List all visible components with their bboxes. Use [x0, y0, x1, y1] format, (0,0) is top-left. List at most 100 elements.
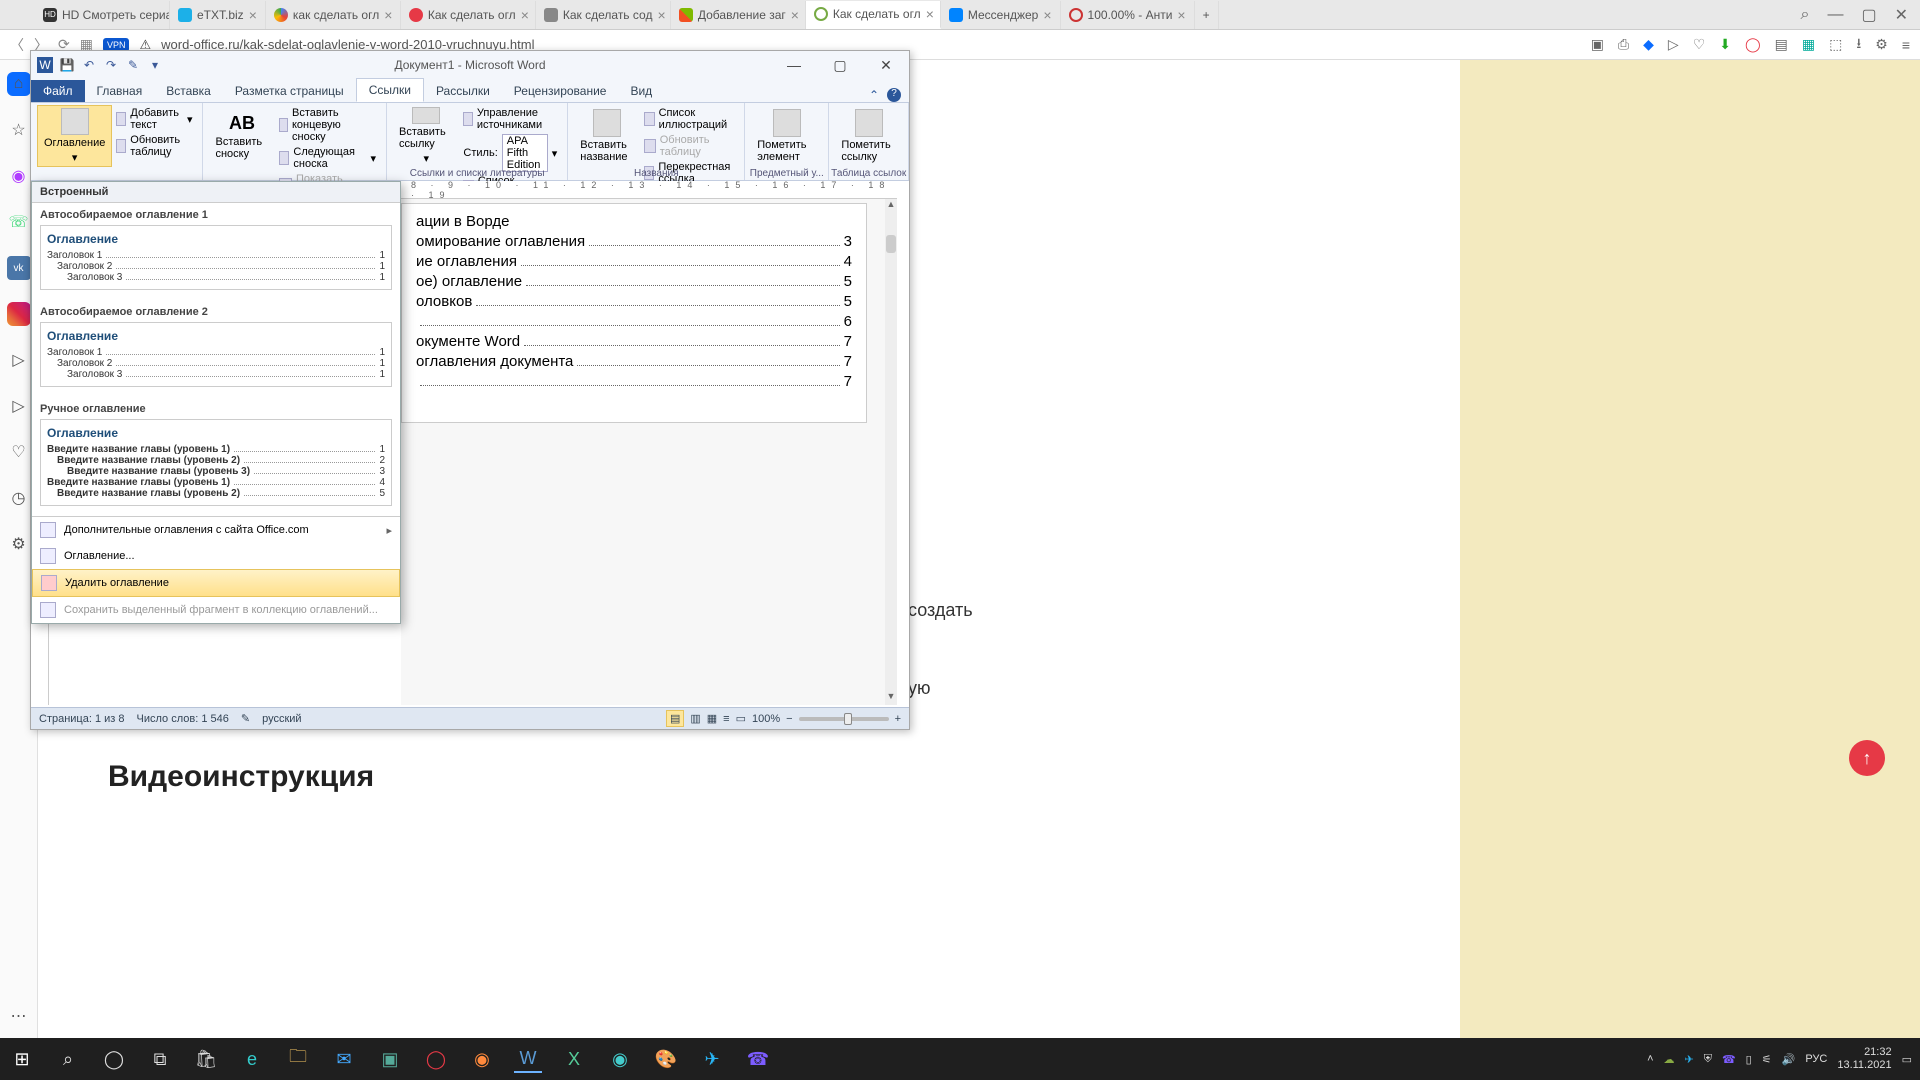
- whatsapp-icon[interactable]: ☏: [7, 210, 31, 234]
- style-dropdown[interactable]: Стиль: APA Fifth Edition ▾: [463, 134, 557, 172]
- close-icon[interactable]: ×: [521, 7, 529, 23]
- word-app-icon[interactable]: W: [37, 57, 53, 73]
- tab-references[interactable]: Ссылки: [356, 78, 424, 102]
- notifications-icon[interactable]: ▭: [1902, 1053, 1912, 1066]
- view-read-icon[interactable]: ▥: [690, 712, 700, 725]
- ext-icon[interactable]: ▣: [1591, 36, 1604, 53]
- custom-toc-button[interactable]: Оглавление...: [32, 543, 400, 569]
- scroll-up-icon[interactable]: ▲: [885, 199, 897, 213]
- ie-icon[interactable]: e: [238, 1045, 266, 1073]
- back-icon[interactable]: 〈: [10, 35, 24, 55]
- update-table-button[interactable]: Обновить таблицу: [116, 134, 192, 158]
- ext3-icon[interactable]: ▦: [1802, 36, 1815, 53]
- tab-google[interactable]: как сделать огл×: [266, 1, 401, 29]
- tray-volume-icon[interactable]: 🔊: [1782, 1053, 1796, 1066]
- close-icon[interactable]: ×: [384, 7, 392, 23]
- tray-lang[interactable]: РУС: [1805, 1053, 1827, 1065]
- search-icon[interactable]: ⌕: [1801, 6, 1810, 24]
- bookmark-icon[interactable]: ☆: [7, 118, 31, 142]
- edge-icon[interactable]: ◉: [606, 1045, 634, 1073]
- table-of-figures-button[interactable]: Список иллюстраций: [644, 107, 734, 131]
- cube-icon[interactable]: ⬚: [1829, 36, 1842, 53]
- add-text-button[interactable]: Добавить текст ▾: [116, 107, 192, 131]
- instagram-icon[interactable]: [7, 302, 31, 326]
- tab-anti[interactable]: 100.00% - Анти×: [1061, 1, 1195, 29]
- minimize-icon[interactable]: —: [1827, 6, 1843, 24]
- tray-wifi-icon[interactable]: ⚟: [1762, 1053, 1772, 1066]
- shield-icon[interactable]: ◆: [1643, 36, 1654, 53]
- start-button[interactable]: ⊞: [8, 1045, 36, 1073]
- word-count[interactable]: Число слов: 1 546: [137, 713, 229, 725]
- word-taskbar-icon[interactable]: W: [514, 1045, 542, 1073]
- gallery-item-title[interactable]: Автособираемое оглавление 2: [32, 300, 400, 320]
- app2-icon[interactable]: 🎨: [652, 1045, 680, 1073]
- explorer-icon[interactable]: 🗀: [284, 1045, 312, 1073]
- viber-icon[interactable]: ☎: [744, 1045, 772, 1073]
- tab-file[interactable]: Файл: [31, 80, 85, 102]
- app1-icon[interactable]: ▣: [376, 1045, 404, 1073]
- tray-viber-icon[interactable]: ☎: [1722, 1053, 1736, 1066]
- more-icon[interactable]: ⋯: [7, 1004, 31, 1028]
- download-icon[interactable]: ⬇: [1719, 36, 1731, 53]
- tab-insert[interactable]: Вставка: [154, 80, 223, 102]
- task-view-icon[interactable]: ⧉: [146, 1045, 174, 1073]
- undo-icon[interactable]: ↶: [81, 57, 97, 73]
- excel-icon[interactable]: X: [560, 1045, 588, 1073]
- qat-dropdown-icon[interactable]: ▾: [147, 57, 163, 73]
- zoom-slider[interactable]: [799, 717, 889, 721]
- word-scrollbar[interactable]: ▲ ▼: [885, 199, 897, 705]
- bulb-icon[interactable]: ⚙: [7, 532, 31, 556]
- opera-taskbar-icon[interactable]: ◯: [422, 1045, 450, 1073]
- page-count[interactable]: Страница: 1 из 8: [39, 713, 125, 725]
- tab-home[interactable]: Главная: [85, 80, 155, 102]
- scroll-down-icon[interactable]: ▼: [885, 691, 897, 705]
- cortana-icon[interactable]: ◯: [100, 1045, 128, 1073]
- word-close-icon[interactable]: ✕: [869, 57, 903, 74]
- close-window-icon[interactable]: ✕: [1895, 5, 1908, 25]
- mail-icon[interactable]: ✉: [330, 1045, 358, 1073]
- tab-messenger[interactable]: Мессенджер×: [941, 1, 1061, 29]
- word-minimize-icon[interactable]: —: [777, 57, 811, 74]
- view-print-icon[interactable]: ▤: [666, 710, 684, 727]
- download2-icon[interactable]: ⭳: [1856, 33, 1861, 57]
- tab-active[interactable]: Как сделать огл×: [806, 1, 941, 29]
- tray-telegram-icon[interactable]: ✈: [1685, 1053, 1694, 1066]
- tab-view[interactable]: Вид: [618, 80, 664, 102]
- taskbar-clock[interactable]: 21:32 13.11.2021: [1837, 1046, 1891, 1072]
- tab-hd[interactable]: HDHD Смотреть сериа×: [35, 1, 170, 29]
- tray-battery-icon[interactable]: ▯: [1746, 1053, 1752, 1066]
- gallery-item-title[interactable]: Автособираемое оглавление 1: [32, 203, 400, 223]
- tray-chevron-icon[interactable]: ˄: [1647, 1053, 1653, 1065]
- firefox-icon[interactable]: ◉: [468, 1045, 496, 1073]
- close-icon[interactable]: ×: [657, 7, 665, 23]
- screenshot-icon[interactable]: ⎙: [1618, 36, 1629, 53]
- word-page[interactable]: ации в Ворде омирование оглавления3 ие о…: [401, 203, 867, 423]
- menu-icon[interactable]: ≡: [1902, 37, 1910, 53]
- zoom-out-button[interactable]: −: [786, 713, 792, 725]
- opera-icon[interactable]: ◯: [1745, 36, 1761, 53]
- tab-ms[interactable]: Добавление заг×: [671, 1, 806, 29]
- insert-footnote-button[interactable]: AB Вставить сноску: [209, 105, 274, 167]
- redo-icon[interactable]: ↷: [103, 57, 119, 73]
- messenger-fb-icon[interactable]: ◉: [7, 164, 31, 188]
- maximize-icon[interactable]: ▢: [1861, 5, 1876, 25]
- search-taskbar-icon[interactable]: ⌕: [54, 1045, 82, 1073]
- gallery-item-title[interactable]: Ручное оглавление: [32, 397, 400, 417]
- toc-button[interactable]: Оглавление ▾: [37, 105, 112, 167]
- view-outline-icon[interactable]: ≡: [723, 713, 729, 725]
- manage-sources-button[interactable]: Управление источниками: [463, 107, 557, 131]
- qat-icon[interactable]: ✎: [125, 57, 141, 73]
- gallery-preview[interactable]: Оглавление Заголовок 11 Заголовок 21 Заг…: [40, 322, 392, 387]
- close-icon[interactable]: ×: [1177, 7, 1185, 23]
- next-footnote-button[interactable]: Следующая сноска ▾: [279, 146, 377, 170]
- insert-caption-button[interactable]: Вставить название: [574, 105, 640, 167]
- telegram-icon[interactable]: ✈: [698, 1045, 726, 1073]
- scroll-top-button[interactable]: ↑: [1849, 740, 1885, 776]
- mark-citation-button[interactable]: Пометить ссылку: [835, 105, 902, 167]
- update-tof-button[interactable]: Обновить таблицу: [644, 134, 734, 158]
- history-icon[interactable]: ◷: [7, 486, 31, 510]
- gallery-preview[interactable]: Оглавление Заголовок 11 Заголовок 21 Заг…: [40, 225, 392, 290]
- gallery-preview[interactable]: Оглавление Введите название главы (урове…: [40, 419, 392, 506]
- close-icon[interactable]: ×: [791, 7, 799, 23]
- close-icon[interactable]: ×: [1043, 7, 1051, 23]
